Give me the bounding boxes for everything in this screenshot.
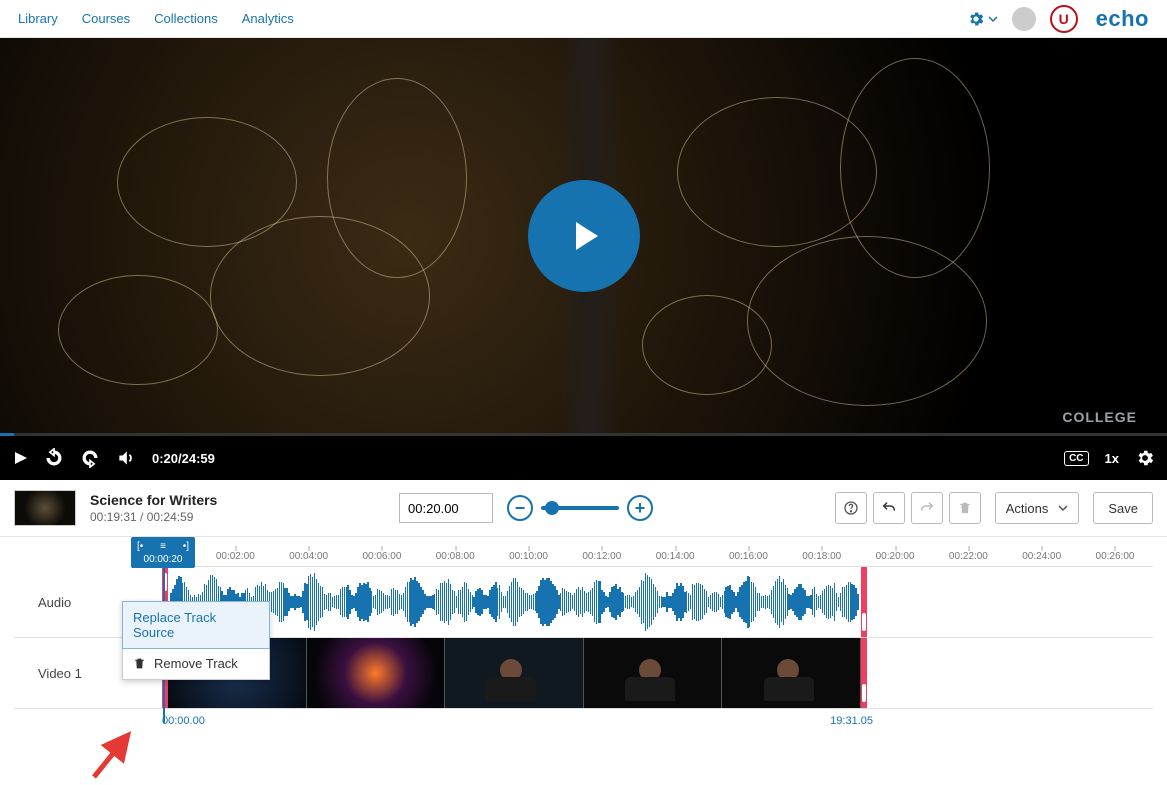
player-controls: 0:20/24:59 CC 1x — [0, 436, 1167, 480]
zoom-control: − + — [507, 495, 653, 521]
timeline-start-label: 00:00.00 — [162, 715, 205, 727]
editor-bar: Science for Writers 00:19:31 / 00:24:59 … — [0, 480, 1167, 537]
help-button[interactable] — [835, 492, 867, 524]
ruler-tick: 00:14:00 — [656, 551, 695, 562]
forward-icon[interactable] — [80, 448, 100, 468]
video-thumbnail — [584, 638, 723, 708]
video-thumbnail — [722, 638, 861, 708]
progress-bar[interactable] — [0, 433, 1167, 436]
menu-remove-track[interactable]: Remove Track — [123, 648, 269, 679]
video-thumbnail — [307, 638, 446, 708]
project-subtitle: 00:19:31 / 00:24:59 — [90, 510, 217, 524]
nav-library[interactable]: Library — [18, 11, 58, 26]
project-title: Science for Writers — [90, 492, 217, 508]
zoom-out-button[interactable]: − — [507, 495, 533, 521]
playhead[interactable]: [•≡•] 00:00:20 — [163, 537, 195, 568]
play-button[interactable] — [528, 180, 640, 292]
time-input[interactable] — [399, 493, 493, 523]
bracket-right-icon[interactable]: •] — [183, 541, 189, 552]
volume-icon[interactable] — [116, 448, 136, 468]
ruler-tick: 00:24:00 — [1022, 551, 1061, 562]
brand-logo: echo — [1096, 6, 1149, 32]
actions-label: Actions — [1006, 501, 1049, 516]
timeline-ruler[interactable]: 00:02:00 00:04:00 00:06:00 00:08:00 00:10:00… — [162, 537, 1153, 567]
ruler-tick: 00:10:00 — [509, 551, 548, 562]
ruler-tick: 00:18:00 — [802, 551, 841, 562]
playhead-time: 00:00:20 — [144, 554, 183, 565]
track-video-1-label: Video 1 — [38, 666, 82, 681]
rewind-icon[interactable] — [44, 448, 64, 468]
ruler-tick: 00:04:00 — [289, 551, 328, 562]
track-audio-label: Audio — [38, 595, 71, 610]
timeline-end-label: 19:31.05 — [830, 715, 873, 727]
time-display: 0:20/24:59 — [152, 451, 215, 466]
nav-courses[interactable]: Courses — [82, 11, 130, 26]
cc-button[interactable]: CC — [1064, 451, 1088, 466]
redo-button[interactable] — [911, 492, 943, 524]
menu-remove-label: Remove Track — [154, 656, 238, 671]
ruler-tick: 00:16:00 — [729, 551, 768, 562]
menu-replace-track[interactable]: Replace Track Source — [122, 601, 270, 649]
play-icon[interactable] — [12, 450, 28, 466]
institution-crest-icon[interactable]: U — [1050, 5, 1078, 33]
settings-gear-icon[interactable] — [967, 10, 998, 28]
save-button[interactable]: Save — [1093, 492, 1153, 524]
ruler-tick: 00:26:00 — [1096, 551, 1135, 562]
video-watermark: COLLEGE — [1062, 409, 1137, 425]
video-thumbnail — [445, 638, 584, 708]
track-context-menu: Replace Track Source Remove Track — [122, 601, 270, 680]
ruler-tick: 00:12:00 — [582, 551, 621, 562]
trash-icon — [133, 657, 146, 670]
annotation-arrow — [86, 725, 146, 785]
ruler-tick: 00:08:00 — [436, 551, 475, 562]
menu-lines-icon[interactable]: ≡ — [160, 541, 166, 552]
bracket-left-icon[interactable]: [• — [137, 541, 143, 552]
delete-button[interactable] — [949, 492, 981, 524]
speed-button[interactable]: 1x — [1105, 451, 1119, 466]
time-input-wrap — [399, 493, 493, 523]
undo-button[interactable] — [873, 492, 905, 524]
zoom-in-button[interactable]: + — [627, 495, 653, 521]
ruler-tick: 00:02:00 — [216, 551, 255, 562]
timeline: [•≡•] 00:00:20 00:02:0000:04:0000:06:000… — [0, 537, 1167, 751]
actions-dropdown[interactable]: Actions — [995, 492, 1080, 524]
ruler-tick: 00:22:00 — [949, 551, 988, 562]
video-canvas[interactable]: COLLEGE — [0, 38, 1167, 433]
project-thumbnail — [14, 490, 76, 526]
ruler-tick: 00:06:00 — [362, 551, 401, 562]
nav-collections[interactable]: Collections — [154, 11, 218, 26]
player-settings-icon[interactable] — [1135, 448, 1155, 468]
video-player: COLLEGE 0:20/24:59 CC 1x — [0, 38, 1167, 480]
top-nav: Library Courses Collections Analytics U … — [0, 0, 1167, 38]
user-avatar[interactable] — [1012, 7, 1036, 31]
ruler-tick: 00:20:00 — [876, 551, 915, 562]
nav-analytics[interactable]: Analytics — [242, 11, 294, 26]
zoom-slider[interactable] — [541, 506, 619, 510]
